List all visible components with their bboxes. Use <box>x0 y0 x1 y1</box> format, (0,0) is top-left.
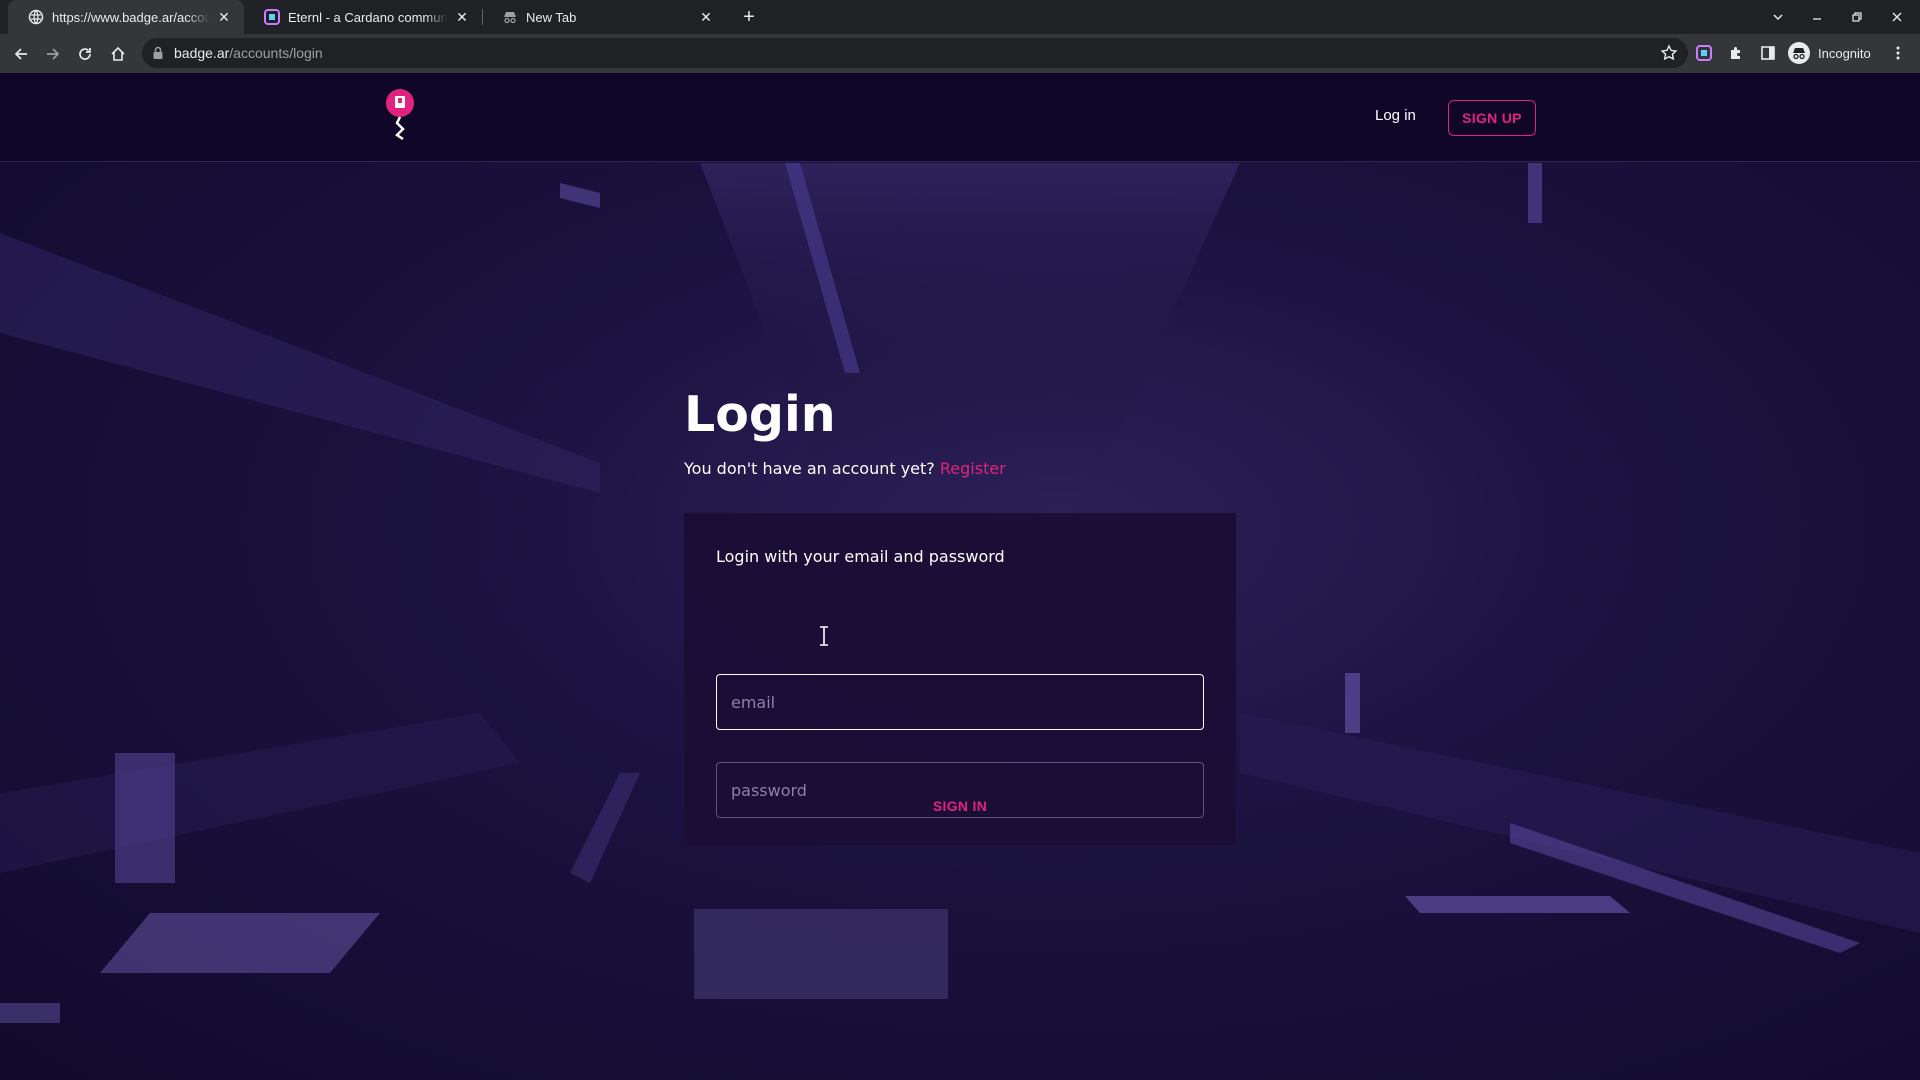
incognito-label: Incognito <box>1818 45 1871 61</box>
page-title: Login <box>684 386 836 443</box>
nav-signup-button[interactable]: SIGN UP <box>1448 100 1536 136</box>
incognito-icon <box>1788 42 1810 64</box>
menu-icon[interactable] <box>1887 42 1909 64</box>
tab-new-tab[interactable]: New Tab ✕ <box>482 0 726 34</box>
lock-icon[interactable] <box>152 46 164 65</box>
back-icon[interactable] <box>8 41 34 67</box>
tab-title: https://www.badge.ar/accounts/login <box>52 9 210 25</box>
sidepanel-icon[interactable] <box>1757 42 1779 64</box>
url-text: badge.ar/accounts/login <box>174 45 323 61</box>
text-cursor-icon <box>820 626 828 646</box>
tab-strip: https://www.badge.ar/accounts/login ✕ Et… <box>0 0 1920 34</box>
plus-icon[interactable]: + <box>737 5 761 29</box>
tab-badge-login[interactable]: https://www.badge.ar/accounts/login ✕ <box>8 0 244 34</box>
reload-icon[interactable] <box>72 41 98 67</box>
login-card-heading: Login with your email and password <box>716 547 1005 566</box>
close-icon[interactable]: ✕ <box>698 9 714 25</box>
register-link[interactable]: Register <box>940 459 1006 478</box>
extension-icon[interactable] <box>1693 42 1715 64</box>
close-window-icon[interactable] <box>1877 0 1917 34</box>
home-icon[interactable] <box>105 41 131 67</box>
forward-icon[interactable] <box>40 41 66 67</box>
url-path: /accounts/login <box>229 45 323 61</box>
tab-eternl[interactable]: Eternl - a Cardano community wallet ✕ <box>244 0 482 34</box>
restore-icon[interactable] <box>1837 0 1877 34</box>
incognito-profile-button[interactable]: Incognito <box>1788 40 1871 66</box>
browser-chrome: https://www.badge.ar/accounts/login ✕ Et… <box>0 0 1920 73</box>
nav-login-link[interactable]: Log in <box>1375 107 1416 124</box>
tab-title: New Tab <box>526 9 577 25</box>
eternl-icon <box>264 9 280 25</box>
close-icon[interactable]: ✕ <box>216 9 232 25</box>
chevron-down-icon[interactable] <box>1758 0 1798 34</box>
star-icon[interactable] <box>1660 44 1678 67</box>
close-icon[interactable]: ✕ <box>454 9 470 25</box>
tab-title: Eternl - a Cardano community wallet <box>288 9 448 25</box>
sign-in-button[interactable]: SIGN IN <box>917 788 1003 824</box>
url-host: badge.ar <box>174 45 230 61</box>
page-viewport: Log in SIGN UP Login You don't have an a… <box>0 73 1920 1080</box>
site-header: Log in SIGN UP <box>0 73 1920 162</box>
email-field[interactable] <box>716 674 1204 730</box>
register-prompt: You don't have an account yet? Register <box>684 459 1006 478</box>
globe-icon <box>28 9 44 25</box>
badge-logo[interactable] <box>380 87 420 147</box>
incognito-icon <box>502 9 518 25</box>
login-card: Login with your email and password SIGN … <box>684 513 1236 845</box>
puzzle-icon[interactable] <box>1725 42 1747 64</box>
browser-toolbar: badge.ar/accounts/login Incognito <box>0 34 1920 73</box>
no-account-text: You don't have an account yet? <box>684 459 935 478</box>
minimize-icon[interactable] <box>1797 0 1837 34</box>
address-bar[interactable]: badge.ar/accounts/login <box>142 38 1688 68</box>
